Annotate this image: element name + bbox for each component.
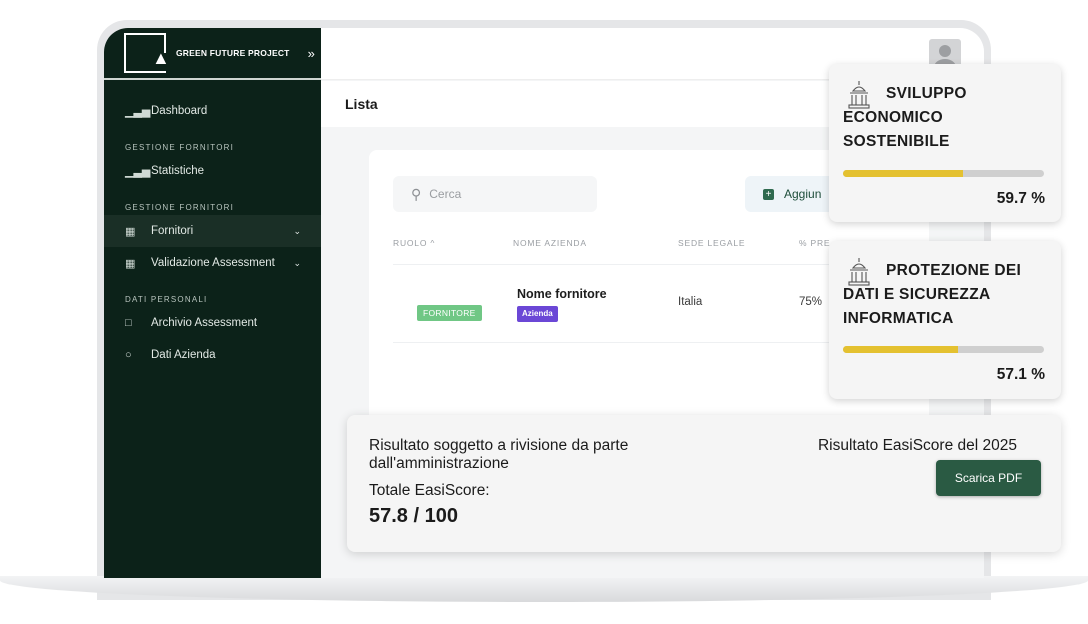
year-result-label: Risultato EasiScore del 2025 [817,437,1017,454]
company-type-badge: Azienda [517,306,558,322]
tree-icon: ▲ [152,48,170,68]
total-label: Totale EasiScore: [369,482,490,499]
column-header-nome-azienda: NOME AZIENDA [513,238,587,248]
bar-chart-icon: ▁▃▅ [125,165,151,178]
logo: ▲ [124,33,170,73]
column-header-ruolo[interactable]: RUOLO ^ [393,238,435,248]
folder-icon: □ [125,317,132,329]
sidebar-item-dati-azienda[interactable]: ○ Dati Azienda [104,339,321,371]
percent-cell: 75% [799,296,823,308]
sidebar-item-label: Statistiche [151,165,205,177]
score-value: 59.7 % [996,190,1045,207]
validation-icon: ▦ [125,257,136,270]
sidebar-item-label: Dashboard [151,105,208,117]
progress-bar [843,170,1044,177]
total-value: 57.8 / 100 [369,505,458,527]
result-panel: Risultato soggetto a rivisione da parte … [347,415,1061,552]
chevron-down-icon: ⌄ [293,225,301,236]
sidebar-section-label: GESTIONE FORNITORI [125,203,235,212]
sidebar-item-label: Dati Azienda [151,349,216,361]
sidebar-section-label: GESTIONE FORNITORI [125,143,235,152]
score-card: SVILUPPO ECONOMICO SOSTENIBILE 59.7 % [829,64,1061,222]
add-button-label: Aggiun [784,187,822,201]
double-chevron-right-icon[interactable]: » [308,46,315,61]
score-card-title: SVILUPPO ECONOMICO SOSTENIBILE [843,85,967,150]
sidebar-section-label: DATI PERSONALI [125,295,208,304]
sidebar-item-archivio-assessment[interactable]: □ Archivio Assessment [104,307,321,339]
progress-bar [843,346,1044,353]
plus-icon: + [763,188,774,200]
review-note: Risultato soggetto a rivisione da parte … [369,437,629,472]
page-title: Lista [345,96,378,112]
stage: ▲ GREEN FUTURE PROJECT » ▁▃▅ Dashboard G… [0,0,1088,624]
sidebar-item-fornitori[interactable]: ▦ Fornitori ⌄ [104,215,321,247]
progress-fill [843,170,963,177]
sidebar-item-validazione-assessment[interactable]: ▦ Validazione Assessment ⌄ [104,247,321,279]
sede-legale-cell: Italia [678,296,703,308]
brand-bar: ▲ GREEN FUTURE PROJECT » [104,28,321,80]
sidebar-item-label: Archivio Assessment [151,317,258,329]
progress-fill [843,346,958,353]
chevron-down-icon: ⌄ [293,257,301,268]
search-icon: ⚲ [411,185,422,202]
score-value: 57.1 % [996,366,1045,383]
supplier-name: Nome fornitore [517,287,607,301]
search-input[interactable] [429,187,570,201]
brand-name: GREEN FUTURE PROJECT [176,48,290,58]
sidebar: ▲ GREEN FUTURE PROJECT » ▁▃▅ Dashboard G… [104,28,321,578]
search-box[interactable]: ⚲ [393,176,597,212]
column-header-sede-legale: SEDE LEGALE [678,238,746,248]
company-icon: ○ [125,349,132,361]
score-card: PROTEZIONE DEI DATI E SICUREZZA INFORMAT… [829,241,1061,399]
sidebar-item-dashboard[interactable]: ▁▃▅ Dashboard [104,95,321,127]
download-pdf-button[interactable]: Scarica PDF [936,460,1041,496]
score-card-title: PROTEZIONE DEI DATI E SICUREZZA INFORMAT… [843,262,1022,327]
supplier-icon: ▦ [125,225,136,238]
sidebar-item-label: Validazione Assessment [151,257,275,269]
role-badge: FORNITORE [417,305,482,321]
column-header-percent: % PRE [799,238,831,248]
sidebar-item-statistiche[interactable]: ▁▃▅ Statistiche [104,155,321,187]
bar-chart-icon: ▁▃▅ [125,105,151,118]
sidebar-item-label: Fornitori [151,225,194,237]
